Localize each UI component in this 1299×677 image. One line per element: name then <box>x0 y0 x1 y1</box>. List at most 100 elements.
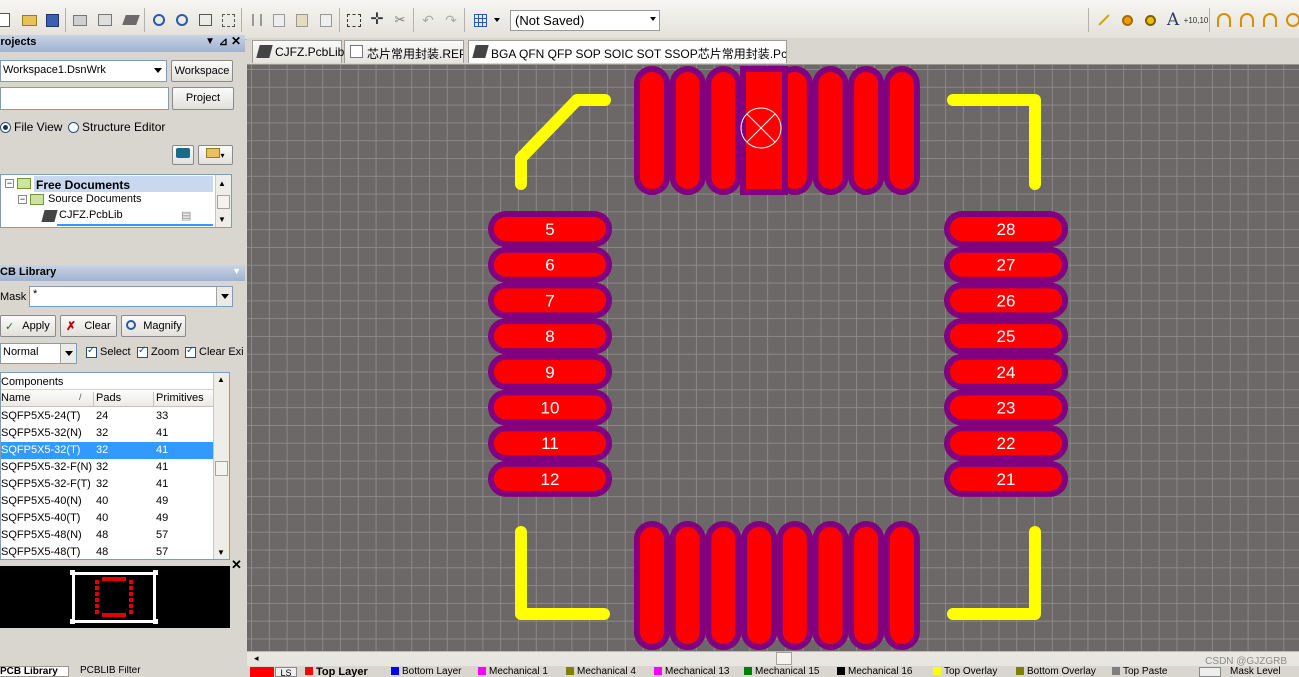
tab-active-pcblib[interactable]: BGA QFN QFP SOP SOIC SOT SSOP芯片常用封装.PcbL… <box>468 40 787 63</box>
open-folder-icon[interactable] <box>19 9 39 31</box>
bottom-pad[interactable] <box>741 521 778 650</box>
tree-item-free-documents[interactable]: Free Documents <box>34 176 213 192</box>
layer-tab[interactable]: Top Paste <box>1112 667 1167 677</box>
scroll-left-icon[interactable]: ◂ <box>254 653 259 664</box>
layer-set-button[interactable]: LS <box>275 667 297 677</box>
layer-tab[interactable]: Mechanical 16 <box>837 667 912 677</box>
bottom-pad[interactable] <box>669 521 706 650</box>
layer-tab[interactable]: Mechanical 15 <box>744 667 819 677</box>
zoom-out-icon[interactable] <box>172 9 192 31</box>
layer-tab[interactable]: Mechanical 4 <box>566 667 636 677</box>
layer-tab[interactable]: Top Layer <box>305 667 368 677</box>
table-row[interactable]: SQFP5X5-40(T) 40 49 <box>1 510 213 527</box>
scroll-up-icon[interactable]: ▲ <box>217 375 225 384</box>
layer-tab[interactable]: Bottom Layer <box>391 667 461 677</box>
zoom-checkbox[interactable]: Zoom <box>137 345 179 358</box>
layer-tab[interactable]: Mechanical 1 <box>478 667 548 677</box>
line-tool-icon[interactable] <box>1094 9 1114 31</box>
bottom-pad[interactable] <box>848 521 885 650</box>
tab-pcb-library[interactable]: PCB Library <box>0 666 69 677</box>
via-tool-icon[interactable] <box>1140 9 1160 31</box>
components-scrollbar[interactable]: ▲ ▼ <box>213 373 229 559</box>
scroll-thumb[interactable] <box>215 461 228 476</box>
compile-button[interactable] <box>172 145 194 165</box>
table-row[interactable]: SQFP5X5-48(T) 48 57 <box>1 544 213 561</box>
mask-dropdown-button[interactable] <box>216 287 232 306</box>
pcb-editor-canvas[interactable]: 5 6 7 8 9 10 11 12 28 27 26 25 24 23 22 21 <box>247 65 1299 651</box>
mask-level-label[interactable]: Mask Level <box>1230 667 1281 677</box>
column-header-primitives[interactable]: Primitives <box>156 392 204 404</box>
scroll-down-icon[interactable]: ▼ <box>217 548 225 557</box>
column-header-pads[interactable]: Pads <box>96 392 154 406</box>
mode-select[interactable]: Normal <box>0 343 77 364</box>
undo-icon[interactable]: ↶ <box>418 9 438 31</box>
coordinate-tool-icon[interactable]: +10,10 <box>1184 9 1209 31</box>
grid-dropdown-icon[interactable] <box>494 18 500 22</box>
layers-icon[interactable] <box>121 9 141 31</box>
rubber-stamp-icon[interactable] <box>316 9 336 31</box>
pin-icon[interactable]: ⊿ <box>219 35 228 48</box>
top-pad[interactable] <box>705 66 742 195</box>
bottom-pad[interactable] <box>776 521 813 650</box>
table-row[interactable]: SQFP5X5-32(N) 32 41 <box>1 425 213 442</box>
save-icon[interactable] <box>42 9 62 31</box>
print-icon[interactable] <box>70 9 90 31</box>
full-circle-icon[interactable] <box>1283 9 1299 31</box>
move-icon[interactable]: ✛ <box>367 9 387 31</box>
layer-tab[interactable]: Bottom Overlay <box>1016 667 1096 677</box>
bottom-pad[interactable] <box>705 521 742 650</box>
project-button[interactable]: Project <box>172 87 234 110</box>
workspace-select[interactable]: Workspace1.DsnWrk <box>0 60 167 82</box>
workspace-button[interactable]: Workspace <box>171 60 233 82</box>
project-options-button[interactable]: ▾ <box>198 145 233 165</box>
redo-icon[interactable]: ↷ <box>441 9 461 31</box>
collapse-icon[interactable]: ▼ <box>232 266 241 276</box>
top-pad[interactable] <box>634 66 670 195</box>
top-pad[interactable] <box>848 66 885 195</box>
mode-dropdown-button[interactable] <box>60 344 76 363</box>
top-pad[interactable] <box>669 66 706 195</box>
cut-icon[interactable] <box>247 9 267 31</box>
current-layer-swatch[interactable] <box>250 667 274 677</box>
pad-tool-icon[interactable] <box>1117 9 1137 31</box>
mask-input[interactable]: * <box>29 286 233 307</box>
grid-icon[interactable] <box>470 9 490 31</box>
arc-any-icon[interactable] <box>1260 9 1280 31</box>
scroll-up-icon[interactable]: ▲ <box>218 179 226 188</box>
table-row[interactable]: SQFP5X5-32(T) 32 41 <box>1 442 213 459</box>
clear-button[interactable]: ✗ Clear <box>60 315 117 337</box>
table-row[interactable]: SQFP5X5-48(N) 48 57 <box>1 527 213 544</box>
tab-rep-file[interactable]: 芯片常用封装.REP <box>344 40 464 63</box>
structure-editor-radio[interactable]: Structure Editor <box>68 120 165 134</box>
scroll-thumb[interactable] <box>776 652 792 665</box>
layer-tab[interactable]: Top Overlay <box>933 667 997 677</box>
project-field[interactable] <box>0 87 169 110</box>
bottom-pad[interactable] <box>812 521 849 650</box>
print-preview-icon[interactable] <box>95 9 115 31</box>
file-view-radio[interactable]: File View <box>0 120 62 134</box>
select-checkbox[interactable]: Select <box>86 345 131 358</box>
top-pad[interactable] <box>883 66 920 195</box>
layer-tab[interactable]: Mechanical 13 <box>654 667 729 677</box>
table-row[interactable]: SQFP5X5-32-F(N) 32 41 <box>1 459 213 476</box>
bottom-pad[interactable] <box>883 521 920 650</box>
scroll-thumb[interactable] <box>217 195 230 209</box>
close-preview-icon[interactable]: ✕ <box>231 557 242 573</box>
tree-item-source-documents[interactable]: Source Documents <box>48 193 142 205</box>
apply-button[interactable]: ✓ Apply <box>0 315 56 337</box>
scroll-down-icon[interactable]: ▼ <box>218 215 226 224</box>
collapse-toggle-icon[interactable]: − <box>18 195 27 204</box>
select-area-icon[interactable] <box>344 9 364 31</box>
top-pad[interactable] <box>812 66 849 195</box>
string-tool-icon[interactable]: A <box>1163 9 1183 31</box>
bottom-pad[interactable] <box>634 521 670 650</box>
arc-center-icon[interactable] <box>1214 9 1234 31</box>
arc-edge-icon[interactable] <box>1237 9 1257 31</box>
clear-existing-checkbox[interactable]: Clear Exi <box>185 346 247 358</box>
copy-icon[interactable] <box>269 9 289 31</box>
paste-icon[interactable] <box>292 9 312 31</box>
panel-menu-icon[interactable]: ▼ <box>205 36 215 47</box>
layer-scroll-button[interactable] <box>1199 667 1221 677</box>
tree-scrollbar[interactable]: ▲ ▼ <box>215 175 231 227</box>
zoom-fit-icon[interactable] <box>195 9 215 31</box>
